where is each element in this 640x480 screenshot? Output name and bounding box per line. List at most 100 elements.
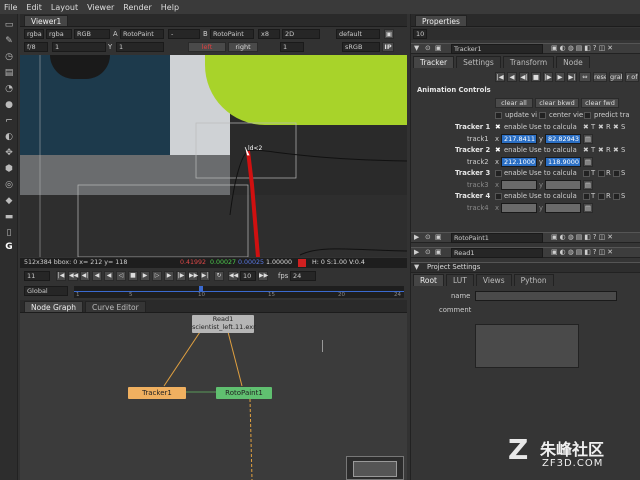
tracker3-enable-checkbox[interactable] <box>495 170 502 177</box>
channels-dropdown[interactable]: rgba <box>24 29 44 39</box>
furnace-tool-icon[interactable]: ▯ <box>3 228 15 238</box>
update-viewer-checkbox[interactable] <box>495 112 502 119</box>
fstop-field[interactable]: f/8 <box>24 42 48 52</box>
tracker2-r-checkbox[interactable]: ✖ <box>598 146 604 154</box>
first-frame-button[interactable]: |◀ <box>56 271 66 281</box>
tracker1-enable-checkbox[interactable]: ✖ <box>495 123 501 131</box>
tab-curve-editor[interactable]: Curve Editor <box>84 301 146 312</box>
track-range-button[interactable]: ⇔ <box>579 72 591 82</box>
grab-button[interactable]: grab <box>609 72 623 82</box>
time-tool-icon[interactable]: ◷ <box>3 52 15 62</box>
increment-back-button[interactable]: ◀◀ <box>228 271 238 281</box>
rotopaint-color-icon[interactable]: ▣ <box>435 233 441 241</box>
layer-dropdown[interactable]: rgba <box>46 29 72 39</box>
display-channel-dropdown[interactable]: RGB <box>74 29 110 39</box>
tracker4-enable-checkbox[interactable] <box>495 193 502 200</box>
track1-animation-button[interactable]: ▤ <box>583 134 593 144</box>
track-stop-button[interactable]: ■ <box>531 72 541 82</box>
viewer-settings-button[interactable]: ▣ <box>384 29 394 39</box>
tracker-node[interactable]: Tracker1 <box>128 387 186 399</box>
view-mode-dropdown[interactable]: 2D <box>282 29 320 39</box>
zoom-dropdown[interactable]: x8 <box>258 29 280 39</box>
tab-views[interactable]: Views <box>475 274 512 286</box>
play-backward-button[interactable]: ◀ <box>104 271 114 281</box>
clear-all-button[interactable]: clear all <box>495 98 533 108</box>
menu-render[interactable]: Render <box>123 3 151 12</box>
tracker3-t-checkbox[interactable] <box>583 170 590 177</box>
tracker1-name-field[interactable]: Tracker1 <box>451 44 543 54</box>
viewer-lut-dropdown[interactable]: default <box>336 29 380 39</box>
project-collapse-icon[interactable]: ▼ <box>414 263 419 271</box>
read-color-icon[interactable]: ▣ <box>435 248 441 256</box>
colorspace-dropdown[interactable]: sRGB <box>342 42 380 52</box>
gamma-field[interactable]: 1 <box>116 42 164 52</box>
track-next-frame-button[interactable]: |▶ <box>543 72 553 82</box>
wipe-mode-dropdown[interactable]: - <box>168 29 200 39</box>
tracker1-r-checkbox[interactable]: ✖ <box>598 123 604 131</box>
step-forward-button[interactable]: ▶ <box>164 271 174 281</box>
tracker1-panel-header[interactable]: ▼ ⊙ ▣ Tracker1 ▣ ◐ ◍ ▤ ◧ ? ◫ ✕ <box>411 43 640 54</box>
tab-viewer1[interactable]: Viewer1 <box>24 15 69 26</box>
3d-tool-icon[interactable]: ⬢ <box>3 164 15 174</box>
max-panels-field[interactable]: 10 <box>413 29 427 39</box>
tab-tracker[interactable]: Tracker <box>413 56 455 68</box>
tab-node-graph[interactable]: Node Graph <box>24 301 83 312</box>
tracker2-t-checkbox[interactable]: ✖ <box>583 146 589 154</box>
project-comment-field[interactable] <box>475 324 579 368</box>
menu-edit[interactable]: Edit <box>26 3 42 12</box>
track3-y-field[interactable] <box>545 180 581 190</box>
draw-tool-icon[interactable]: ✎ <box>3 36 15 46</box>
tab-settings[interactable]: Settings <box>456 56 501 68</box>
project-name-field[interactable] <box>475 291 617 301</box>
read-expand-icon[interactable]: ▶ <box>414 248 419 256</box>
tracker2-enable-checkbox[interactable]: ✖ <box>495 146 501 154</box>
rotopaint1-name-field[interactable]: RotoPaint1 <box>451 233 543 243</box>
rotopaint-node[interactable]: RotoPaint1 <box>216 387 272 399</box>
tracker4-s-checkbox[interactable] <box>613 193 620 200</box>
tracker4-t-checkbox[interactable] <box>583 193 590 200</box>
read-panel-buttons-icons[interactable]: ▣ ◐ ◍ ▤ ◧ ? ◫ ✕ <box>551 248 613 256</box>
tracker1-s-checkbox[interactable]: ✖ <box>613 123 619 131</box>
other-tool-icon[interactable]: ▬ <box>3 212 15 222</box>
reset-button[interactable]: rese <box>593 72 607 82</box>
settings-gear-icon[interactable]: ⊙ <box>425 44 431 52</box>
track4-x-field[interactable] <box>501 203 537 213</box>
proxy-dropdown[interactable]: 1 <box>280 42 304 52</box>
predict-track-checkbox[interactable] <box>584 112 591 119</box>
clear-fwd-button[interactable]: clear fwd <box>581 98 619 108</box>
current-frame-field[interactable]: 11 <box>24 271 50 281</box>
menu-help[interactable]: Help <box>161 3 179 12</box>
next-keyframe-button[interactable]: ▶▶ <box>188 271 198 281</box>
stop-button[interactable]: ■ <box>128 271 138 281</box>
menu-file[interactable]: File <box>4 3 17 12</box>
clear-bkwd-button[interactable]: clear bkwd <box>535 98 579 108</box>
tracker1-t-checkbox[interactable]: ✖ <box>583 123 589 131</box>
fps-field[interactable]: 24 <box>290 271 316 281</box>
views-tool-icon[interactable]: ◎ <box>3 180 15 190</box>
read1-panel-header[interactable]: ▶ ⊙ ▣ Read1 ▣ ◐ ◍ ▤ ◧ ? ◫ ✕ <box>411 247 640 258</box>
track-forward-button[interactable]: ▶ <box>555 72 565 82</box>
tracker4-r-checkbox[interactable] <box>598 193 605 200</box>
rotopaint-settings-icon[interactable]: ⊙ <box>425 233 431 241</box>
tab-properties[interactable]: Properties <box>415 15 467 26</box>
filter-tool-icon[interactable]: ● <box>3 100 15 110</box>
b-input-dropdown[interactable]: RotoPaint <box>210 29 254 39</box>
channel-tool-icon[interactable]: ▤ <box>3 68 15 78</box>
track-to-start-button[interactable]: |◀ <box>495 72 505 82</box>
color-tool-icon[interactable]: ◔ <box>3 84 15 94</box>
navigator-minimap[interactable] <box>346 456 404 480</box>
frame-increment-field[interactable]: 10 <box>240 271 256 281</box>
track3-animation-button[interactable]: ▤ <box>583 180 593 190</box>
viewer-canvas[interactable]: ld<2 <box>20 55 407 257</box>
tab-python[interactable]: Python <box>513 274 554 286</box>
read-settings-icon[interactable]: ⊙ <box>425 248 431 256</box>
track-back-button[interactable]: ◀ <box>507 72 517 82</box>
tracker2-s-checkbox[interactable]: ✖ <box>613 146 619 154</box>
tracker3-s-checkbox[interactable] <box>613 170 620 177</box>
rotopaint-panel-buttons-icons[interactable]: ▣ ◐ ◍ ▤ ◧ ? ◫ ✕ <box>551 233 613 241</box>
track2-y-field[interactable]: 118.9000 <box>545 157 581 167</box>
timeline-track[interactable]: 1 5 10 15 20 24 <box>74 286 404 298</box>
keyer-tool-icon[interactable]: ⌐ <box>3 116 15 126</box>
tab-lut[interactable]: LUT <box>446 274 474 286</box>
play-forward-alt-button[interactable]: ▷ <box>152 271 162 281</box>
